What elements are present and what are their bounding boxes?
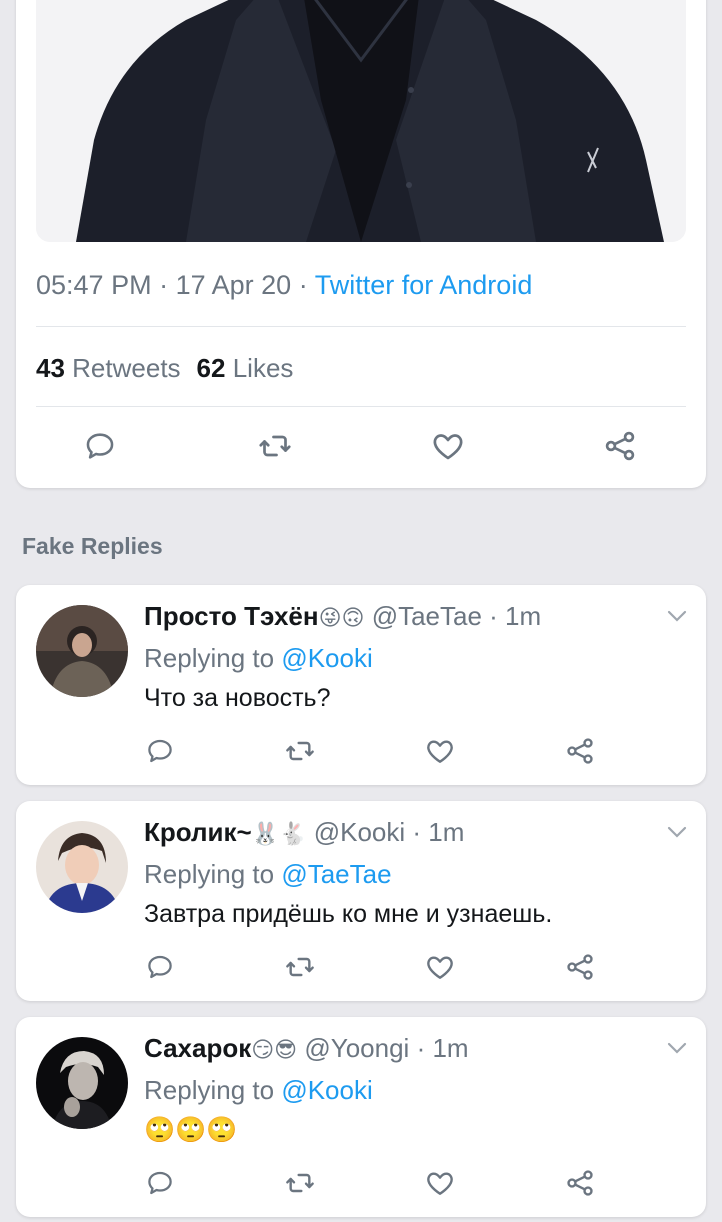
reply-time: · 1m [489, 601, 542, 631]
like-icon[interactable] [420, 731, 460, 771]
reply-card[interactable]: Просто Тэхён😜🙃 @TaeTae · 1m Replying to … [16, 585, 706, 785]
reply-card[interactable]: Сахарок😏😎 @Yoongi · 1m Replying to @Kook… [16, 1017, 706, 1217]
author-emoji: 🐰🐇 [251, 821, 307, 846]
replying-to-mention[interactable]: @Kooki [281, 643, 372, 673]
reply-time: · 1m [412, 817, 465, 847]
replying-to-mention[interactable]: @Kooki [281, 1075, 372, 1105]
reply-icon[interactable] [140, 731, 180, 771]
reply-actions [16, 1163, 706, 1203]
chevron-down-icon[interactable] [666, 825, 688, 844]
retweets-count: 43 [36, 353, 65, 383]
tweet-time: 05:47 PM [36, 270, 152, 300]
reply-handle[interactable]: @TaeTae [372, 601, 482, 631]
like-icon[interactable] [428, 426, 468, 466]
reply-actions [16, 731, 706, 771]
share-icon[interactable] [560, 947, 600, 987]
retweet-icon[interactable] [280, 947, 320, 987]
replying-to: Replying to @Kooki [144, 643, 373, 674]
reply-text: 🙄🙄🙄 [144, 1116, 238, 1144]
avatar[interactable] [36, 1037, 128, 1129]
reply-author-name[interactable]: Просто Тэхён [144, 601, 319, 631]
reply-header: Сахарок😏😎 @Yoongi · 1m [144, 1033, 469, 1064]
tweet-card: 05:47 PM · 17 Apr 20 · Twitter for Andro… [16, 0, 706, 488]
likes-stat[interactable]: 62 Likes [197, 353, 294, 383]
avatar[interactable] [36, 821, 128, 913]
reply-icon[interactable] [140, 947, 180, 987]
replying-to: Replying to @TaeTae [144, 859, 392, 890]
divider [36, 326, 686, 327]
replying-to-mention[interactable]: @TaeTae [281, 859, 391, 889]
retweet-icon[interactable] [280, 731, 320, 771]
reply-text: Завтра придёшь ко мне и узнаешь. [144, 900, 553, 928]
meta-separator: · [159, 270, 169, 300]
tweet-date: 17 Apr 20 [175, 270, 292, 300]
reply-author-name[interactable]: Сахарок [144, 1033, 251, 1063]
reply-icon[interactable] [140, 1163, 180, 1203]
reply-handle[interactable]: @Yoongi [304, 1033, 409, 1063]
reply-card[interactable]: Кролик~🐰🐇 @Kooki · 1m Replying to @TaeTa… [16, 801, 706, 1001]
tweet-source-link[interactable]: Twitter for Android [315, 270, 533, 300]
replying-to: Replying to @Kooki [144, 1075, 373, 1106]
tweet-stats: 43 Retweets 62 Likes [36, 353, 293, 384]
meta-separator: · [298, 270, 308, 300]
author-emoji: 😜🙃 [318, 605, 365, 630]
retweet-icon[interactable] [255, 426, 295, 466]
section-title: Fake Replies [22, 533, 163, 559]
reply-author-name[interactable]: Кролик~ [144, 817, 252, 847]
likes-count: 62 [196, 353, 226, 383]
reply-header: Кролик~🐰🐇 @Kooki · 1m [144, 817, 464, 848]
divider [36, 406, 686, 407]
reply-handle[interactable]: @Kooki [314, 817, 405, 847]
tweet-meta: 05:47 PM · 17 Apr 20 · Twitter for Andro… [36, 270, 532, 301]
replying-to-label: Replying to [144, 643, 275, 673]
reply-text: Что за новость? [144, 684, 331, 712]
replying-to-label: Replying to [144, 859, 275, 889]
like-icon[interactable] [420, 947, 460, 987]
share-icon[interactable] [600, 426, 640, 466]
likes-label: Likes [232, 353, 294, 383]
reply-header: Просто Тэхён😜🙃 @TaeTae · 1m [144, 601, 541, 632]
share-icon[interactable] [560, 731, 600, 771]
tweet-actions [16, 426, 706, 466]
chevron-down-icon[interactable] [666, 609, 688, 628]
replying-to-label: Replying to [144, 1075, 275, 1105]
retweets-label: Retweets [72, 353, 181, 383]
retweets-stat[interactable]: 43 Retweets [36, 353, 181, 383]
retweet-icon[interactable] [280, 1163, 320, 1203]
tweet-photo[interactable] [36, 0, 686, 242]
chevron-down-icon[interactable] [666, 1041, 688, 1060]
avatar[interactable] [36, 605, 128, 697]
like-icon[interactable] [420, 1163, 460, 1203]
share-icon[interactable] [560, 1163, 600, 1203]
reply-actions [16, 947, 706, 987]
author-emoji: 😏😎 [251, 1037, 298, 1062]
reply-time: · 1m [416, 1033, 469, 1063]
reply-icon[interactable] [80, 426, 120, 466]
